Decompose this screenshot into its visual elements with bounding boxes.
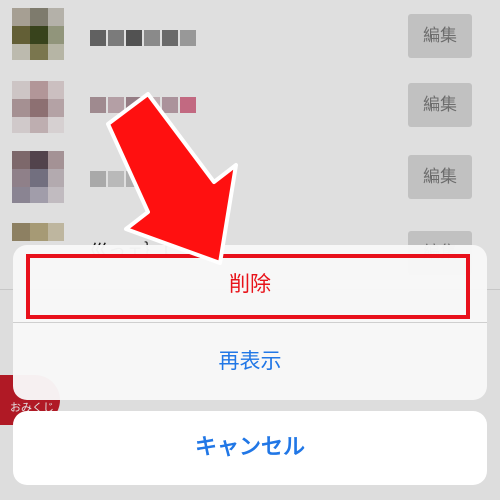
arrow-down-right-icon [106,92,238,265]
